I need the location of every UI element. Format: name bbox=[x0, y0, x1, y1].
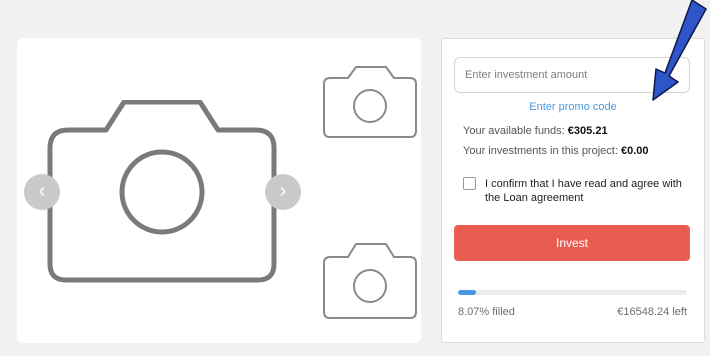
remaining-amount-text: €16548.24 left bbox=[617, 306, 687, 318]
available-funds: Your available funds: €305.21 bbox=[463, 125, 608, 137]
camera-icon[interactable] bbox=[322, 65, 418, 139]
funding-progress-fill bbox=[458, 290, 477, 295]
chevron-left-icon: ‹ bbox=[38, 180, 46, 202]
gallery-next-button[interactable]: › bbox=[265, 174, 301, 210]
agreement-label: I confirm that I have read and agree wit… bbox=[485, 178, 682, 204]
chevron-right-icon: › bbox=[279, 180, 287, 202]
gallery-prev-button[interactable]: ‹ bbox=[24, 174, 60, 210]
camera-icon[interactable] bbox=[322, 242, 418, 320]
funding-progress-bar bbox=[458, 290, 687, 295]
invest-button[interactable]: Invest bbox=[454, 225, 690, 261]
project-investments-label: Your investments in this project: bbox=[463, 145, 618, 157]
available-funds-value: €305.21 bbox=[567, 125, 608, 137]
agreement-checkbox[interactable] bbox=[463, 177, 476, 190]
annotation-arrow-icon bbox=[652, 0, 707, 101]
project-investments: Your investments in this project: €0.00 bbox=[463, 145, 649, 157]
project-investments-value: €0.00 bbox=[620, 145, 649, 157]
available-funds-label: Your available funds: bbox=[463, 125, 565, 137]
camera-icon bbox=[47, 100, 277, 283]
filled-percent-text: 8.07% filled bbox=[458, 306, 515, 318]
